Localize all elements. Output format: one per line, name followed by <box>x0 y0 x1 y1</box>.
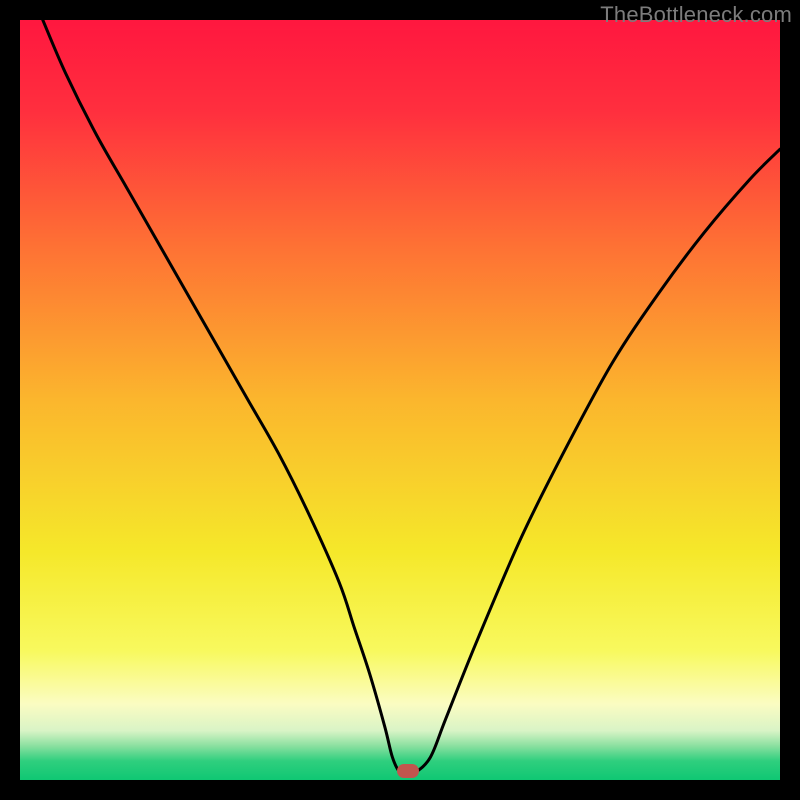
optimal-point-marker <box>397 764 419 778</box>
chart-frame <box>20 20 780 780</box>
gradient-background <box>20 20 780 780</box>
watermark-text: TheBottleneck.com <box>600 2 792 28</box>
bottleneck-plot <box>20 20 780 780</box>
